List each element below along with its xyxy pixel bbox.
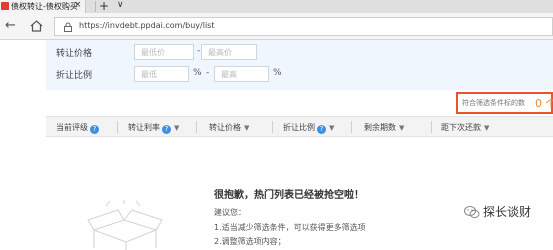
tab-list-chevron-icon[interactable]: ∨ (117, 0, 124, 10)
filter-panel: 转让价格 最低价 - 最高价 折让比例 最低 % - 最高 % (46, 40, 553, 90)
site-favicon-icon (1, 2, 9, 10)
wechat-icon (464, 206, 480, 219)
column-header-rate[interactable]: 转让利率? ▼ (128, 122, 179, 134)
result-count-box: 符合筛选条件标的数 0 个 (456, 92, 553, 114)
table-header: 当前评级? 转让利率? ▼ 转让价格 ▼ 折让比例? ▼ 剩余期数 ▼ 距下次还款 ▼ (46, 116, 553, 137)
url-text: https://invdebt.ppdai.com/buy/list (79, 21, 215, 30)
sort-arrow-icon[interactable]: ▼ (399, 124, 404, 132)
sort-arrow-icon[interactable]: ▼ (329, 124, 334, 132)
price-min-input[interactable]: 最低价 (134, 44, 194, 60)
column-header-price[interactable]: 转让价格 ▼ (209, 122, 249, 133)
empty-state-title: 很抱歉，热门列表已经被抢空啦！ (214, 190, 364, 201)
column-divider (272, 121, 273, 133)
new-tab-icon[interactable]: + (99, 0, 109, 13)
result-count-value: 0 个 (535, 97, 553, 110)
ratio-range-separator: - (206, 68, 210, 78)
column-header-next-payment[interactable]: 距下次还款 ▼ (441, 122, 489, 133)
close-tab-icon[interactable]: × (74, 0, 82, 10)
lock-icon (64, 22, 72, 32)
column-divider (196, 121, 197, 133)
browser-tab[interactable]: 债权转让-债权购买 × (0, 0, 86, 13)
column-header-remaining[interactable]: 剩余期数 ▼ (364, 122, 404, 133)
column-header-rating[interactable]: 当前评级? (56, 122, 99, 134)
empty-box-illustration (87, 200, 163, 250)
back-arrow-icon[interactable]: ← (5, 18, 16, 33)
url-field[interactable]: https://invdebt.ppdai.com/buy/list (54, 17, 553, 36)
column-header-ratio[interactable]: 折让比例? ▼ (283, 122, 334, 134)
address-bar: ← https://invdebt.ppdai.com/buy/list (0, 13, 553, 40)
column-divider (351, 121, 352, 133)
home-icon[interactable] (30, 20, 43, 32)
sort-arrow-icon[interactable]: ▼ (174, 124, 179, 132)
sort-arrow-icon[interactable]: ▼ (244, 124, 249, 132)
price-max-input[interactable]: 最高价 (201, 44, 257, 60)
ratio-min-percent: % (193, 68, 202, 78)
help-icon[interactable]: ? (317, 125, 326, 134)
column-divider (431, 121, 432, 133)
empty-state-suggest-label: 建议您： (214, 208, 246, 217)
ratio-max-percent: % (273, 68, 282, 78)
watermark-text: 探长谈财 (483, 205, 532, 219)
empty-state-tip: 1.适当减少筛选条件，可以获得更多筛选项 (214, 223, 366, 232)
ratio-max-input[interactable]: 最高 (214, 66, 269, 82)
column-divider (117, 121, 118, 133)
empty-state-tip: 2.调整筛选项内容； (214, 237, 286, 246)
tab-bar: 债权转让-债权购买 × + ∨ (0, 0, 553, 13)
ratio-filter-label: 折让比例 (56, 71, 93, 81)
tab-title: 债权转让-债权购买 (11, 2, 78, 11)
price-filter-label: 转让价格 (56, 49, 93, 59)
result-count-label: 符合筛选条件标的数 (462, 99, 525, 107)
price-range-separator: - (197, 46, 201, 56)
sort-arrow-icon[interactable]: ▼ (484, 124, 489, 132)
help-icon[interactable]: ? (162, 125, 171, 134)
ratio-min-input[interactable]: 最低 (134, 66, 189, 82)
tab-divider (95, 1, 96, 12)
help-icon[interactable]: ? (90, 125, 99, 134)
